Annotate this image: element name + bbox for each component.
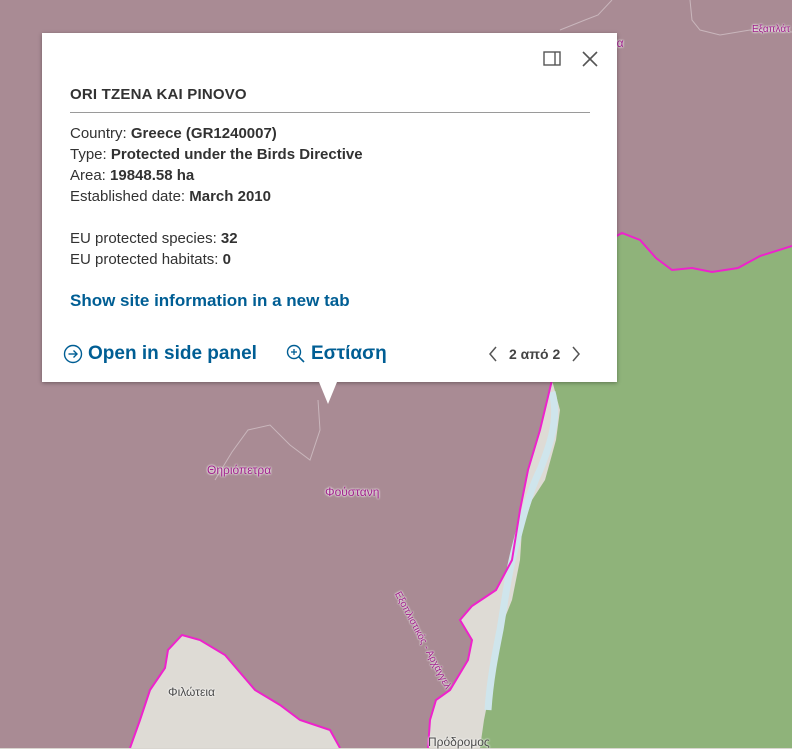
zoom-to-button[interactable]: Εστίαση — [285, 343, 387, 365]
established-row: Established date: March 2010 — [70, 186, 590, 207]
zoom-in-icon — [286, 344, 305, 363]
close-icon[interactable] — [580, 49, 600, 69]
popup-title: ORI TZENA KAI PINOVO — [70, 86, 247, 103]
habitats-label: EU protected habitats: — [70, 251, 219, 268]
type-label: Type: — [70, 146, 107, 163]
established-value: March 2010 — [189, 188, 271, 205]
place-label-thiriopetra: Θηριόπετρα — [207, 463, 272, 477]
country-label: Country: — [70, 125, 127, 142]
title-divider — [70, 112, 590, 113]
feature-pager: 2 από 2 — [487, 345, 582, 363]
arrow-circle-icon — [63, 344, 83, 364]
open-side-panel-button[interactable]: Open in side panel — [62, 343, 257, 365]
type-value: Protected under the Birds Directive — [110, 146, 363, 163]
open-side-panel-label: Open in side panel — [88, 343, 257, 364]
site-info-link[interactable]: Show site information in a new tab — [70, 291, 350, 311]
species-label: EU protected species: — [70, 230, 217, 247]
dock-icon[interactable] — [542, 49, 562, 69]
species-row: EU protected species: 32 — [70, 228, 590, 249]
road-label-exapl: Εξαπλάτ — [752, 24, 791, 35]
place-label-foustani: Φούστανη — [325, 485, 380, 499]
pager-count: 2 από 2 — [509, 346, 561, 362]
site-popup: ORI TZENA KAI PINOVO Country: Greece (GR… — [42, 33, 617, 382]
place-label-filoteia: Φιλώτεια — [168, 685, 215, 699]
popup-pointer — [319, 382, 337, 404]
area-value: 19848.58 ha — [110, 167, 195, 184]
species-value: 32 — [220, 230, 238, 247]
chevron-right-icon[interactable] — [570, 345, 582, 363]
established-label: Established date: — [70, 188, 186, 205]
country-value: Greece (GR1240007) — [130, 125, 277, 142]
place-label-prodromos: Πρόδρομος — [428, 735, 490, 749]
country-row: Country: Greece (GR1240007) — [70, 123, 590, 144]
habitats-row: EU protected habitats: 0 — [70, 249, 590, 270]
area-row: Area: 19848.58 ha — [70, 165, 590, 186]
type-row: Type: Protected under the Birds Directiv… — [70, 144, 590, 165]
area-label: Area: — [70, 167, 106, 184]
chevron-left-icon[interactable] — [487, 345, 499, 363]
zoom-to-label: Εστίαση — [311, 343, 387, 364]
habitats-value: 0 — [222, 251, 231, 268]
